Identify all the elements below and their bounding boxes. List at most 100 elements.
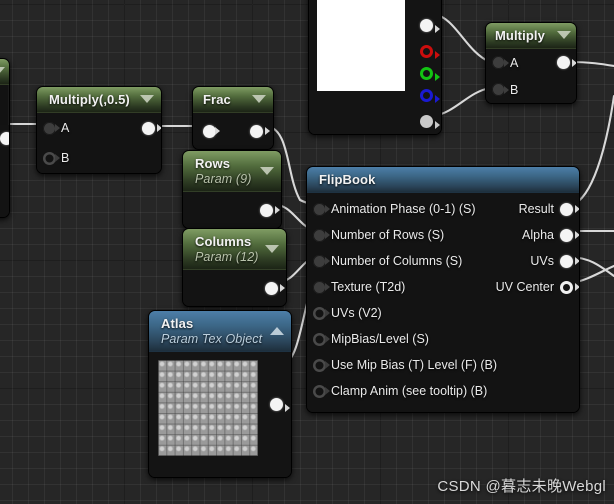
node-columns-param[interactable]: Columns Param (12)	[182, 228, 287, 307]
pin-row-number-of-columns[interactable]: Number of Columns (S) UVs	[307, 248, 579, 274]
node-atlas-title: Atlas	[161, 316, 194, 331]
input-pin-number-of-columns-label: Number of Columns (S)	[331, 254, 463, 268]
node-frac[interactable]: Frac	[192, 86, 274, 150]
offscreen-node-left-header[interactable]: Frac	[0, 59, 9, 85]
output-pin-g-beak	[435, 73, 440, 81]
input-pin-number-of-columns-beak	[325, 257, 330, 265]
input-pin-clamp-anim-beak	[325, 387, 330, 395]
node-atlas-body	[149, 352, 291, 477]
output-pin-rgb-beak	[435, 25, 440, 33]
output-pin-a[interactable]	[420, 115, 433, 128]
output-pin-uvs[interactable]	[560, 254, 573, 268]
node-rows-param[interactable]: Rows Param (9)	[182, 150, 282, 229]
output-pin-uv-center-label: UV Center	[495, 280, 554, 294]
output-pin-result-beak	[575, 205, 579, 213]
node-rows-body	[183, 192, 281, 228]
node-flipbook[interactable]: FlipBook Animation Phase (0-1) (S) Resul…	[306, 166, 580, 413]
node-frac-header[interactable]: Frac	[193, 87, 273, 113]
node-columns-header[interactable]: Columns Param (12)	[183, 229, 286, 270]
output-pin-b-beak	[435, 95, 440, 103]
node-flipbook-header[interactable]: FlipBook	[307, 167, 579, 193]
output-pin[interactable]	[250, 124, 263, 138]
output-pin-r[interactable]	[420, 45, 433, 58]
output-pin-uv-center-beak	[575, 283, 579, 291]
output-pin-alpha-label: Alpha	[522, 228, 554, 242]
node-multiply-top[interactable]: Multiply A B	[485, 22, 577, 104]
input-pin-texture-label: Texture (T2d)	[331, 280, 406, 294]
pin-row-animation-phase[interactable]: Animation Phase (0-1) (S) Result	[307, 196, 579, 222]
pin-row-mipbias[interactable]: MipBias/Level (S)	[307, 326, 579, 352]
input-pin-texture-beak	[325, 283, 330, 291]
input-pin-animation-phase-beak	[325, 205, 330, 213]
output-pin-beak	[265, 127, 270, 135]
input-pin-use-mip-bias-label: Use Mip Bias (T) Level (F) (B)	[331, 358, 497, 372]
input-pin-uvs-label: UVs (V2)	[331, 306, 382, 320]
output-pin[interactable]	[260, 203, 273, 217]
output-pin[interactable]	[0, 131, 9, 145]
chevron-up-icon[interactable]	[270, 327, 284, 335]
output-pin-alpha[interactable]	[560, 228, 573, 242]
input-pin-uvs-beak	[325, 309, 330, 317]
pin-row-clamp-anim[interactable]: Clamp Anim (see tooltip) (B)	[307, 378, 579, 404]
node-atlas-param[interactable]: Atlas Param Tex Object	[148, 310, 292, 478]
output-pin-b[interactable]	[420, 89, 433, 102]
output-pin[interactable]	[265, 281, 278, 295]
output-pin-result[interactable]	[560, 202, 573, 216]
pin-row[interactable]	[183, 192, 281, 228]
node-texture-sample[interactable]	[308, 0, 442, 135]
chevron-down-icon[interactable]	[0, 67, 5, 75]
output-pin-uvs-label: UVs	[530, 254, 554, 268]
watermark-text: CSDN @暮志未晚Webgl	[437, 478, 606, 495]
output-pin-result[interactable]	[557, 56, 570, 69]
node-graph-canvas[interactable]: Frac Multiply(,0.5) A B	[0, 0, 614, 504]
offscreen-node-left[interactable]: Frac	[0, 58, 10, 218]
input-pin-animation-phase-label: Animation Phase (0-1) (S)	[331, 202, 476, 216]
output-pin-r-beak	[435, 51, 440, 59]
input-pin-a-beak	[504, 58, 509, 67]
output-pin-beak	[275, 206, 280, 214]
node-rows-header[interactable]: Rows Param (9)	[183, 151, 281, 192]
texture-preview	[317, 0, 405, 91]
node-multiply-half-header[interactable]: Multiply(,0.5)	[37, 87, 161, 113]
output-pin-g[interactable]	[420, 67, 433, 80]
chevron-down-icon[interactable]	[252, 95, 266, 103]
pin-row-a[interactable]: A	[486, 49, 576, 76]
pin-row-number-of-rows[interactable]: Number of Rows (S) Alpha	[307, 222, 579, 248]
pin-row-use-mip-bias[interactable]: Use Mip Bias (T) Level (F) (B)	[307, 352, 579, 378]
node-atlas-header[interactable]: Atlas Param Tex Object	[149, 311, 291, 352]
node-texture-sample-body	[309, 0, 441, 134]
wire-texsample-to-multiply-a	[432, 12, 492, 64]
wire-texsample-to-multiply-b	[432, 86, 492, 118]
node-frac-title: Frac	[203, 92, 231, 107]
node-multiply-top-header[interactable]: Multiply	[486, 23, 576, 49]
chevron-down-icon[interactable]	[557, 31, 571, 39]
chevron-down-icon[interactable]	[265, 245, 279, 253]
pin-row-b[interactable]: B	[486, 76, 576, 103]
input-pin-number-of-rows-label: Number of Rows (S)	[331, 228, 445, 242]
output-pin-uvs-beak	[575, 257, 579, 265]
output-pin-result[interactable]	[142, 121, 155, 135]
output-pin-alpha-beak	[575, 231, 579, 239]
pin-row[interactable]	[183, 270, 286, 306]
chevron-down-icon[interactable]	[140, 95, 154, 103]
output-pin-a-beak	[435, 121, 440, 129]
pin-row[interactable]	[193, 113, 273, 149]
node-multiply-half-title: Multiply(,0.5)	[49, 92, 130, 107]
pin-row-texture[interactable]: Texture (T2d) UV Center	[307, 274, 579, 300]
chevron-down-icon[interactable]	[260, 167, 274, 175]
node-multiply-half-body: A B	[37, 113, 161, 173]
offscreen-node-left-body	[0, 125, 9, 217]
node-multiply-half[interactable]: Multiply(,0.5) A B	[36, 86, 162, 174]
input-pin-b-label: B	[510, 82, 519, 97]
output-pin-beak	[572, 58, 576, 67]
node-columns-subtitle: Param (12)	[195, 250, 259, 264]
pin-row-a[interactable]: A	[37, 113, 161, 143]
output-pin[interactable]	[270, 398, 283, 411]
pin-row-b[interactable]: B	[37, 143, 161, 173]
pin-row-uvs[interactable]: UVs (V2)	[307, 300, 579, 326]
output-pin-rgb[interactable]	[420, 19, 433, 32]
input-pin-mipbias-label: MipBias/Level (S)	[331, 332, 429, 346]
input-pin-b-beak	[504, 85, 509, 94]
output-pin-uv-center[interactable]	[560, 281, 573, 294]
input-pin-number-of-rows-beak	[325, 231, 330, 239]
